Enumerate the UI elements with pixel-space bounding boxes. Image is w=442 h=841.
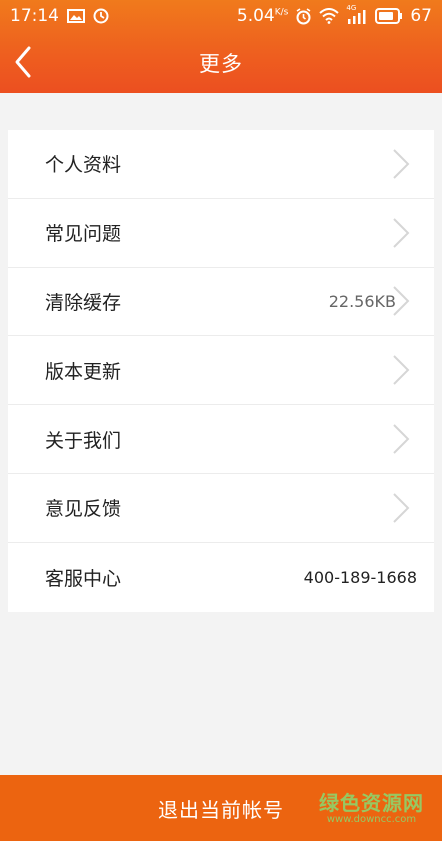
wifi-icon [319,8,340,24]
row-right [392,148,410,180]
nav-bar: 更多 [0,32,442,93]
settings-item-feedback[interactable]: 意见反馈 [8,474,434,543]
row-right: 400-189-1668 [304,568,417,587]
row-right [392,423,410,455]
status-bar: 17:14 5.04K/s 4G 67 [0,0,442,32]
network-speed: 5.04K/s [236,6,289,26]
settings-item-version-update[interactable]: 版本更新 [8,336,434,406]
status-time: 17:14 [10,6,59,26]
watermark-url: www.downcc.com [326,814,417,825]
chevron-right-icon [393,493,410,523]
settings-item-customer-service[interactable]: 客服中心 400-189-1668 [8,543,434,612]
settings-item-label: 清除缓存 [45,291,122,314]
chevron-right-icon [393,286,410,317]
settings-item-label: 意见反馈 [45,498,122,521]
clock-icon [93,8,109,24]
signal-icon: 4G [346,4,368,24]
footer-bar: 退出当前帐号 绿色资源网 www.downcc.com [0,775,442,841]
settings-item-label: 客服中心 [45,567,122,590]
cache-size: 22.56KB [328,291,396,311]
settings-list: 个人资料 常见问题 清除缓存 22.56KB 版本更新 关于我们 意见反馈 客服… [8,130,434,612]
row-right [392,217,410,249]
row-right: 22.56KB [329,285,410,317]
settings-item-label: 个人资料 [45,154,122,177]
settings-item-faq[interactable]: 常见问题 [8,199,434,268]
row-right [392,492,410,524]
status-left: 17:14 [10,6,109,26]
settings-item-label: 关于我们 [45,429,122,452]
chevron-left-icon [15,46,31,78]
battery-icon [375,8,403,24]
chevron-right-icon [393,424,410,454]
chevron-right-icon [393,149,410,179]
logout-button[interactable]: 退出当前帐号 [158,794,284,823]
chevron-right-icon [393,355,410,385]
settings-item-profile[interactable]: 个人资料 [8,130,434,199]
watermark: 绿色资源网 www.downcc.com [319,787,424,825]
settings-item-about-us[interactable]: 关于我们 [8,405,434,474]
watermark-text: 绿色资源网 [319,791,424,815]
app-header: 17:14 5.04K/s 4G 67 更多 [0,0,442,93]
status-right: 5.04K/s 4G 67 [236,4,432,26]
page-title: 更多 [199,51,243,76]
chevron-right-icon [393,217,410,248]
settings-item-label: 版本更新 [45,360,122,383]
settings-item-label: 常见问题 [45,223,122,246]
back-button[interactable] [8,42,38,82]
image-icon [67,9,85,23]
settings-item-clear-cache[interactable]: 清除缓存 22.56KB [8,268,434,337]
service-phone[interactable]: 400-189-1668 [304,568,417,587]
battery-level: 67 [410,6,432,26]
alarm-icon [296,7,311,24]
row-right [392,354,410,386]
